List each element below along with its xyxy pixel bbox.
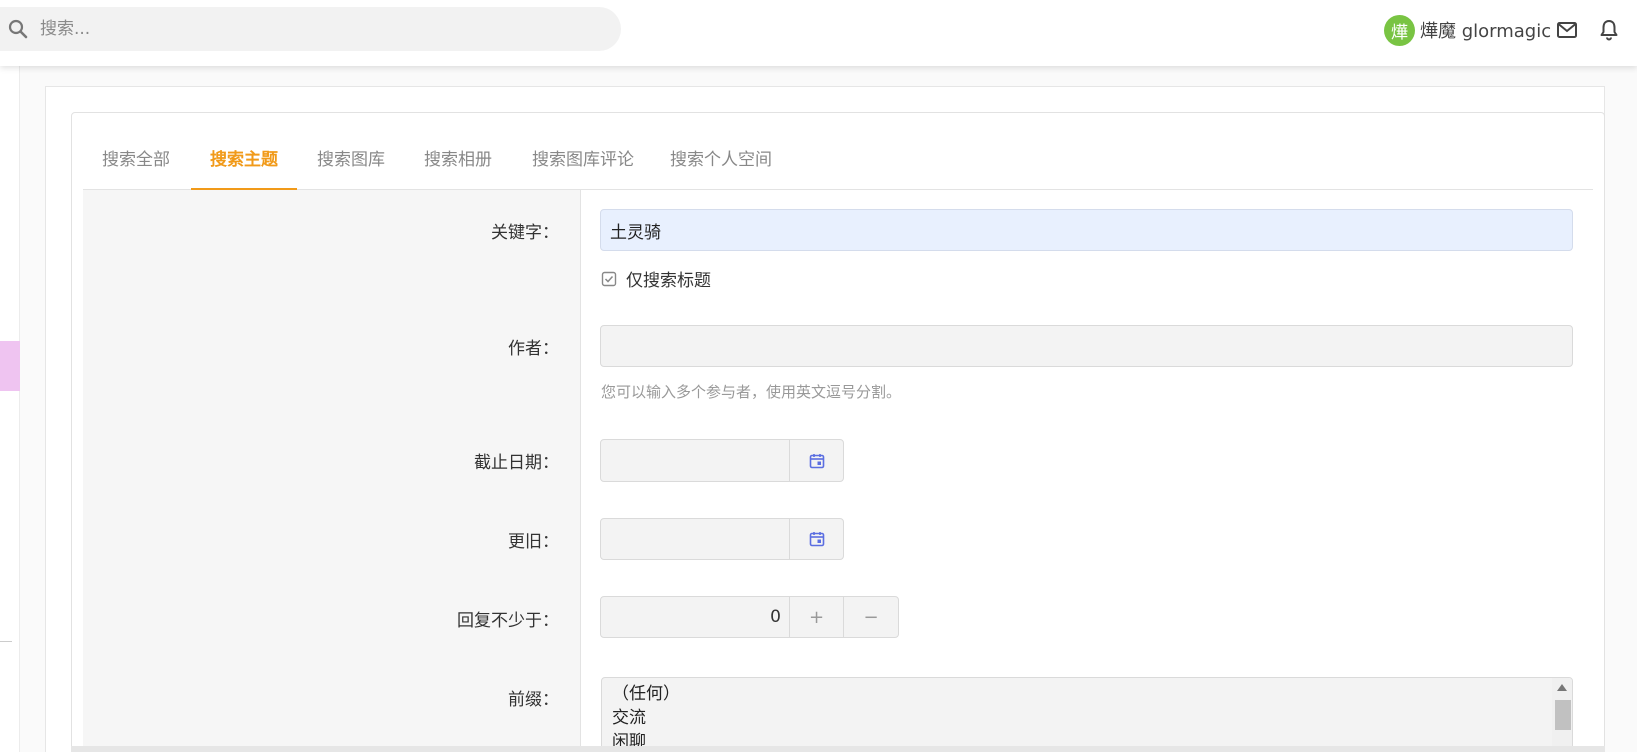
keyword-label: 关键字： (491, 223, 559, 243)
username[interactable]: 燁魔 glormagic (1420, 17, 1551, 43)
scroll-thumb[interactable] (1555, 700, 1571, 730)
title-only-label[interactable]: 仅搜索标题 (626, 266, 711, 291)
tab-search-threads[interactable]: 搜索主题 (191, 133, 297, 190)
checkbox-icon[interactable] (601, 271, 617, 287)
left-sidebar-edge (0, 66, 20, 752)
older-date-input[interactable] (600, 518, 790, 560)
calendar-icon (809, 532, 824, 547)
bell-icon[interactable] (1597, 18, 1621, 42)
author-input[interactable] (600, 325, 1573, 367)
tab-search-all[interactable]: 搜索全部 (83, 133, 189, 190)
global-search[interactable] (0, 7, 621, 51)
top-bar: 燁 燁魔 glormagic (0, 0, 1637, 66)
deadline-calendar-button[interactable] (789, 439, 844, 482)
prefix-select[interactable]: （任何） 交流 闲聊 (601, 677, 1573, 752)
tab-search-gallery-comments[interactable]: 搜索图库评论 (513, 133, 653, 190)
search-input[interactable] (40, 15, 600, 43)
author-label: 作者： (508, 339, 559, 359)
prefix-label: 前缀： (508, 690, 559, 710)
bottom-scroll-edge (71, 746, 1605, 752)
older-label: 更旧： (508, 532, 559, 552)
increment-button[interactable]: + (789, 596, 844, 638)
listbox-scrollbar[interactable] (1552, 678, 1572, 752)
tab-search-profiles[interactable]: 搜索个人空间 (651, 133, 791, 190)
deadline-label: 截止日期： (474, 453, 559, 473)
decrement-button[interactable]: − (843, 596, 899, 638)
keyword-input[interactable] (600, 209, 1573, 251)
scroll-up-icon[interactable] (1557, 684, 1567, 691)
title-only-checkbox[interactable]: 仅搜索标题 (601, 266, 711, 291)
search-tabs: 搜索全部 搜索主题 搜索图库 搜索相册 搜索图库评论 搜索个人空间 (83, 133, 1593, 190)
avatar[interactable]: 燁 (1384, 14, 1415, 46)
tab-search-albums[interactable]: 搜索相册 (405, 133, 511, 190)
min-replies-value[interactable]: 0 (770, 607, 781, 627)
calendar-icon (809, 453, 824, 468)
mail-icon[interactable] (1555, 18, 1579, 42)
min-replies-input[interactable]: 0 (600, 596, 790, 638)
min-replies-label: 回复不少于： (457, 611, 559, 631)
deadline-date-input[interactable] (600, 439, 790, 482)
search-icon (8, 19, 28, 39)
prefix-option[interactable]: 交流 (602, 706, 1572, 730)
divider (0, 641, 12, 642)
sidebar-toggle-handle[interactable] (0, 341, 20, 391)
author-hint: 您可以输入多个参与者，使用英文逗号分割。 (601, 383, 902, 401)
user-menu[interactable]: 燁 燁魔 glormagic (1384, 14, 1551, 46)
tab-search-gallery[interactable]: 搜索图库 (298, 133, 404, 190)
prefix-option[interactable]: （任何） (602, 678, 1572, 706)
older-calendar-button[interactable] (789, 518, 844, 560)
